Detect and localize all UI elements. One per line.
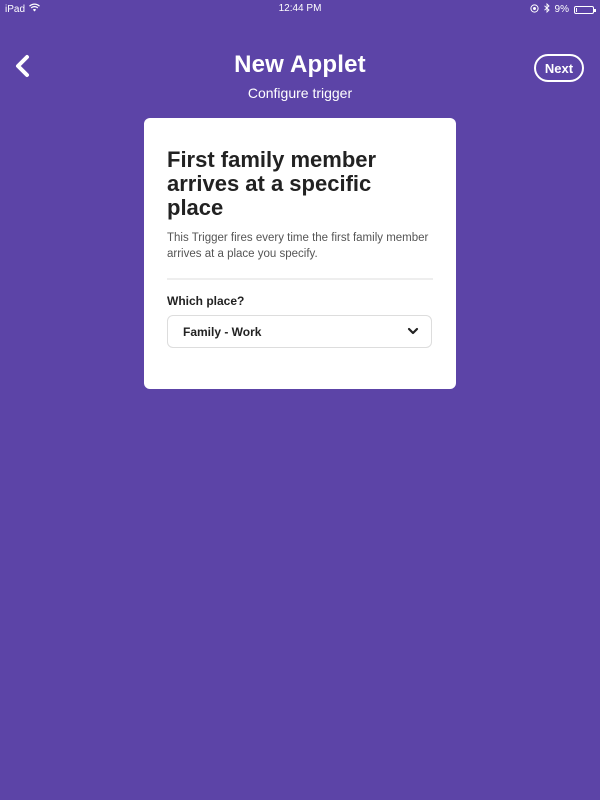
place-select[interactable]: Family - Work — [167, 315, 432, 348]
divider — [167, 278, 433, 280]
trigger-card: First family member arrives at a specifi… — [144, 118, 456, 389]
next-label: Next — [544, 60, 574, 76]
trigger-description: This Trigger fires every time the first … — [167, 232, 429, 260]
select-value: Family - Work — [183, 324, 262, 339]
chevron-down-icon — [407, 323, 419, 341]
status-time: 12:44 PM — [278, 3, 322, 14]
page-subtitle: Configure trigger — [247, 85, 353, 101]
bluetooth-icon — [543, 2, 550, 16]
next-button[interactable]: Next — [534, 54, 584, 82]
status-right: 9% — [529, 2, 596, 16]
battery-level — [576, 7, 577, 12]
location-icon — [529, 3, 539, 16]
battery-percent: 9% — [554, 4, 569, 15]
trigger-title: First family member arrives at a specifi… — [167, 147, 377, 220]
battery-icon — [574, 5, 596, 14]
page-title: New Applet — [234, 51, 366, 78]
field-label: Which place? — [167, 294, 245, 308]
status-bar: iPad 12:44 PM 9% — [0, 0, 600, 18]
